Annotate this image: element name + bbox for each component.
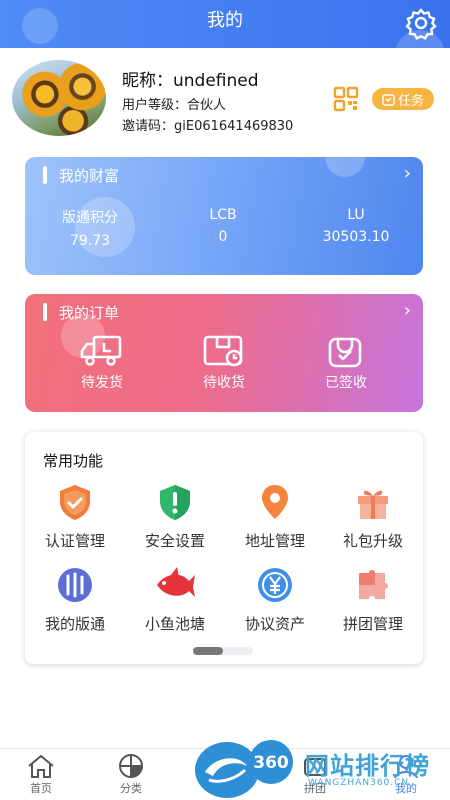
- tab-label: 首页: [30, 782, 52, 795]
- common-functions-card: 常用功能 认证管理 安全设置 地址管理 礼包升级 我的版通 小鱼池塘 协议资产 …: [25, 432, 423, 664]
- fish-icon: [157, 567, 195, 597]
- func-group-buy[interactable]: 拼团管理: [325, 565, 421, 634]
- task-button[interactable]: 任务: [372, 88, 434, 110]
- wealth-value: 79.73: [69, 233, 111, 249]
- func-label: 拼团管理: [342, 615, 403, 633]
- user-level: 用户等级：合伙人: [122, 98, 227, 113]
- orders-title: 我的订单: [59, 304, 120, 322]
- order-signed[interactable]: 已签收: [291, 334, 401, 392]
- order-pending-receive[interactable]: 待收货: [169, 334, 279, 392]
- wealth-label: 版通积分: [62, 210, 118, 226]
- order-label: 已签收: [325, 375, 367, 391]
- nickname: 昵称：undefined: [122, 71, 259, 91]
- shield-check-icon: [60, 485, 90, 520]
- truck-icon: [80, 335, 122, 366]
- title-marker: [43, 166, 47, 184]
- func-label: 认证管理: [44, 532, 105, 550]
- wealth-item-lu[interactable]: LU 30503.10: [291, 207, 421, 245]
- func-gift-upgrade[interactable]: 礼包升级: [325, 482, 421, 551]
- gear-icon: [405, 8, 437, 40]
- wealth-value: 30503.10: [322, 229, 390, 245]
- chevron-right-icon[interactable]: ›: [404, 300, 411, 321]
- gift-icon: [358, 490, 388, 519]
- qr-code-icon: [333, 86, 359, 112]
- yuan-coin-icon: [258, 568, 292, 602]
- settings-button[interactable]: [404, 6, 438, 40]
- func-fish-pond[interactable]: 小鱼池塘: [127, 565, 223, 634]
- func-label: 小鱼池塘: [144, 615, 205, 633]
- avatar[interactable]: [12, 60, 106, 136]
- func-verification[interactable]: 认证管理: [27, 482, 123, 551]
- func-my-banton[interactable]: 我的版通: [27, 565, 123, 634]
- wealth-item-lcb[interactable]: LCB 0: [158, 207, 288, 245]
- task-label: 任务: [397, 93, 424, 109]
- wealth-title: 我的财富: [59, 167, 120, 185]
- watermark-text: 网站排行榜: [305, 752, 430, 780]
- home-icon: [28, 754, 54, 778]
- category-icon: [119, 754, 143, 778]
- svg-text:360: 360: [253, 753, 289, 773]
- wealth-card[interactable]: 我的财富 › 版通积分 79.73 LCB 0 LU 30503.10: [25, 157, 423, 275]
- wealth-item-points[interactable]: 版通积分 79.73: [25, 207, 155, 249]
- func-label: 地址管理: [244, 532, 305, 550]
- orders-card[interactable]: 我的订单 › 待发货 待收货 已签收: [25, 294, 423, 412]
- tab-home[interactable]: 首页: [11, 753, 71, 796]
- wealth-label: LU: [347, 207, 365, 223]
- order-pending-ship[interactable]: 待发货: [47, 334, 157, 392]
- func-label: 礼包升级: [342, 532, 403, 550]
- func-agreement-assets[interactable]: 协议资产: [227, 565, 323, 634]
- puzzle-icon: [359, 570, 388, 599]
- top-header: 我的: [0, 0, 450, 48]
- chevron-right-icon[interactable]: ›: [404, 163, 411, 184]
- tab-label: 分类: [120, 782, 142, 795]
- wealth-value: 0: [218, 229, 228, 245]
- invite-code: 邀请码：giE061641469830: [122, 119, 294, 134]
- candlestick-icon: [58, 568, 92, 602]
- task-icon: [382, 93, 395, 106]
- func-label: 协议资产: [244, 615, 305, 633]
- order-label: 待收货: [203, 375, 245, 391]
- package-clock-icon: [203, 335, 243, 367]
- page-indicator-active: [193, 647, 223, 655]
- location-pin-icon: [262, 485, 288, 519]
- func-security[interactable]: 安全设置: [127, 482, 223, 551]
- decor-bubble: [325, 157, 365, 177]
- tab-category[interactable]: 分类: [101, 753, 161, 796]
- bag-check-icon: [328, 337, 362, 368]
- watermark-url: WANGZHAN360.CN: [308, 778, 410, 788]
- page-indicator[interactable]: [193, 647, 253, 655]
- shield-alert-icon: [160, 485, 190, 520]
- func-address[interactable]: 地址管理: [227, 482, 323, 551]
- order-label: 待发货: [81, 375, 123, 391]
- func-label: 安全设置: [144, 532, 205, 550]
- title-marker: [43, 303, 47, 321]
- func-label: 我的版通: [44, 615, 105, 633]
- qr-code-button[interactable]: [333, 86, 359, 112]
- wealth-label: LCB: [209, 207, 237, 223]
- functions-title: 常用功能: [43, 452, 104, 470]
- page-title: 我的: [207, 10, 243, 31]
